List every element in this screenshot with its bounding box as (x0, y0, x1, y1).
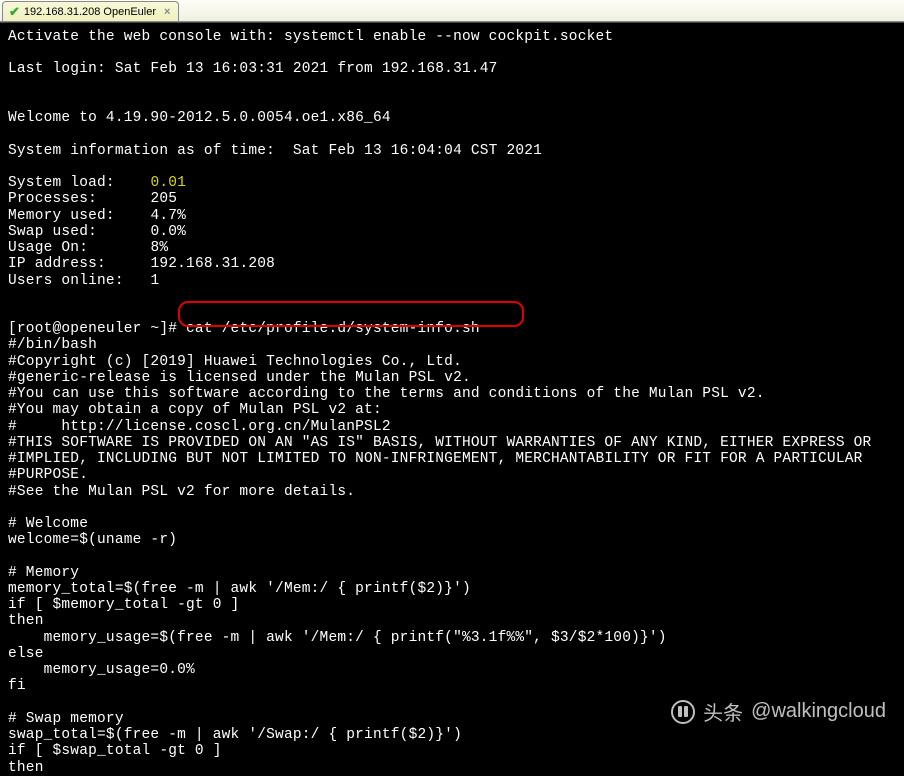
motd-last-login: Last login: Sat Feb 13 16:03:31 2021 fro… (8, 61, 498, 77)
script-line: #You can use this software according to … (8, 386, 765, 402)
stat-users-value: 1 (150, 273, 159, 289)
stat-load-value: 0.01 (150, 175, 186, 191)
script-line: then (8, 613, 44, 629)
script-line: memory_total=$(free -m | awk '/Mem:/ { p… (8, 581, 471, 597)
script-line: #/bin/bash (8, 337, 97, 353)
stat-proc-value: 205 (150, 191, 177, 207)
script-line: # Welcome (8, 516, 88, 532)
script-line: then (8, 760, 44, 776)
stat-mem-value: 4.7% (150, 208, 186, 224)
watermark-prefix: 头条 (703, 697, 743, 726)
prompt-ps1: [root@openeuler ~]# (8, 321, 186, 337)
stat-swap-value: 0.0% (150, 224, 186, 240)
terminal-output[interactable]: Activate the web console with: systemctl… (0, 22, 904, 738)
tab-close-icon[interactable]: × (164, 6, 170, 18)
motd-activate: Activate the web console with: systemctl… (8, 29, 613, 45)
script-line: #THIS SOFTWARE IS PROVIDED ON AN "AS IS"… (8, 435, 871, 451)
tab-bar: ✔ 192.168.31.208 OpenEuler × (0, 0, 904, 22)
script-line: memory_usage=0.0% (8, 662, 195, 678)
script-line: #See the Mulan PSL v2 for more details. (8, 484, 355, 500)
stat-usage-value: 8% (150, 240, 168, 256)
stat-swap-label: Swap used: (8, 224, 150, 240)
prompt-command: cat /etc/profile.d/system-info.sh (186, 321, 480, 337)
tab-title: 192.168.31.208 OpenEuler (24, 6, 156, 18)
script-line: if [ $swap_total -gt 0 ] (8, 743, 222, 759)
stat-ip-value: 192.168.31.208 (150, 256, 275, 272)
terminal-tab[interactable]: ✔ 192.168.31.208 OpenEuler × (2, 1, 179, 21)
stat-ip-label: IP address: (8, 256, 150, 272)
stat-mem-label: Memory used: (8, 208, 150, 224)
motd-welcome: Welcome to 4.19.90-2012.5.0.0054.oe1.x86… (8, 110, 391, 126)
script-line: #PURPOSE. (8, 467, 88, 483)
script-line: #IMPLIED, INCLUDING BUT NOT LIMITED TO N… (8, 451, 863, 467)
script-line: # Swap memory (8, 711, 124, 727)
connected-check-icon: ✔ (9, 4, 20, 20)
script-line: welcome=$(uname -r) (8, 532, 177, 548)
script-line: # http://license.coscl.org.cn/MulanPSL2 (8, 419, 391, 435)
stat-load-label: System load: (8, 175, 150, 191)
script-line: # Memory (8, 565, 79, 581)
script-line: memory_usage=$(free -m | awk '/Mem:/ { p… (8, 630, 667, 646)
watermark-handle: @walkingcloud (751, 700, 886, 723)
watermark-logo-icon (671, 700, 695, 724)
stat-proc-label: Processes: (8, 191, 150, 207)
script-line: swap_total=$(free -m | awk '/Swap:/ { pr… (8, 727, 462, 743)
script-line: else (8, 646, 44, 662)
watermark: 头条 @walkingcloud (671, 697, 886, 726)
script-line: #Copyright (c) [2019] Huawei Technologie… (8, 354, 462, 370)
script-line: #You may obtain a copy of Mulan PSL v2 a… (8, 402, 382, 418)
sysinfo-header: System information as of time: Sat Feb 1… (8, 143, 542, 159)
script-line: fi (8, 678, 26, 694)
stat-users-label: Users online: (8, 273, 150, 289)
stat-usage-label: Usage On: (8, 240, 150, 256)
script-line: #generic-release is licensed under the M… (8, 370, 471, 386)
script-line: if [ $memory_total -gt 0 ] (8, 597, 239, 613)
